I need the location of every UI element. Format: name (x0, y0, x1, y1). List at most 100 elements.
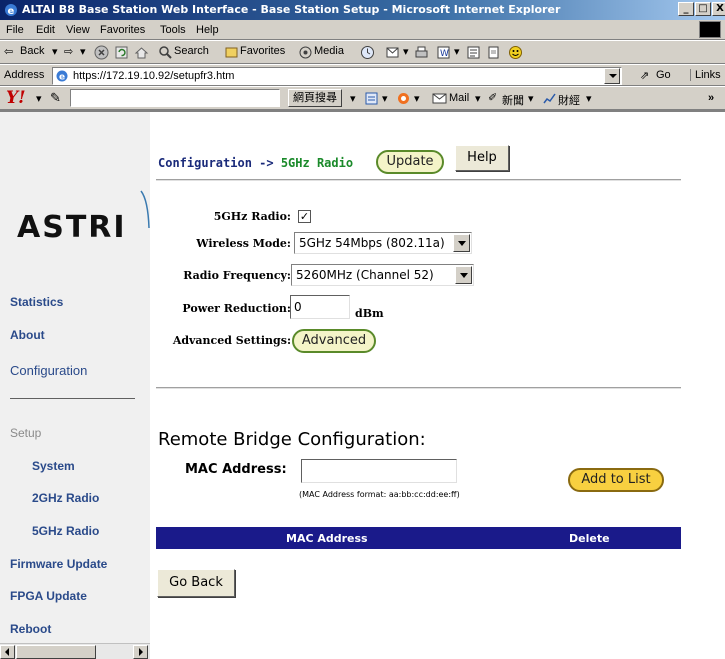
history-icon[interactable] (360, 45, 375, 60)
horizontal-scrollbar[interactable] (0, 643, 150, 659)
sidebar-item-5ghz-radio[interactable]: 5GHz Radio (32, 524, 99, 538)
page-icon: e (56, 70, 68, 83)
bookmark-icon[interactable] (364, 91, 379, 106)
mail-icon[interactable] (386, 45, 401, 60)
menu-tools[interactable]: Tools (160, 24, 186, 36)
help-button[interactable]: Help (455, 145, 509, 171)
back-dropdown-icon[interactable]: ▾ (52, 45, 58, 58)
mac-column-header: MAC Address (286, 532, 368, 545)
menu-file[interactable]: File (6, 24, 24, 36)
sidebar-item-configuration[interactable]: Configuration (10, 363, 87, 378)
media-button[interactable]: Media (314, 45, 344, 57)
advanced-button[interactable]: Advanced (292, 329, 376, 353)
minimize-button[interactable]: _ (678, 2, 694, 16)
chevron-down-icon[interactable] (453, 234, 470, 252)
address-dropdown-icon[interactable] (604, 68, 620, 84)
power-reduction-value: 0 (294, 300, 302, 314)
target-icon[interactable] (396, 91, 411, 106)
scroll-left-icon[interactable] (0, 645, 15, 659)
menu-view[interactable]: View (66, 24, 90, 36)
radio-frequency-label: Radio Frequency: (183, 269, 291, 282)
sidebar-item-setup[interactable]: Setup (10, 426, 41, 440)
5ghz-radio-checkbox[interactable]: ✓ (298, 210, 311, 223)
favorites-button[interactable]: Favorites (240, 45, 285, 57)
back-arrow-icon[interactable]: ⇦ (4, 45, 13, 58)
search-icon[interactable] (158, 45, 173, 60)
finance-dropdown-icon[interactable]: ▾ (586, 92, 592, 105)
scrollbar-thumb[interactable] (16, 645, 96, 659)
menu-help[interactable]: Help (196, 24, 219, 36)
links-button[interactable]: Links (690, 69, 721, 81)
go-back-button[interactable]: Go Back (157, 569, 235, 597)
menu-favorites[interactable]: Favorites (100, 24, 145, 36)
media-icon[interactable] (298, 45, 313, 60)
yahoo-finance-link[interactable]: 財經 (558, 92, 580, 108)
sidebar: ASTRI Statistics About Configuration Set… (0, 112, 150, 645)
scroll-right-icon[interactable] (133, 645, 148, 659)
sidebar-item-fpga-update[interactable]: FPGA Update (10, 589, 87, 603)
power-reduction-label: Power Reduction: (182, 302, 291, 315)
home-icon[interactable] (134, 45, 149, 60)
sidebar-item-2ghz-radio[interactable]: 2GHz Radio (32, 491, 99, 505)
yahoo-mail-icon[interactable] (432, 91, 447, 106)
svg-text:W: W (440, 49, 449, 59)
power-reduction-input[interactable]: 0 (290, 295, 350, 319)
bookmark-dropdown-icon[interactable]: ▾ (382, 92, 388, 105)
stop-icon[interactable] (94, 45, 109, 60)
breadcrumb-configuration: Configuration -> (158, 156, 274, 170)
mail-menu-dropdown-icon[interactable]: ▾ (475, 92, 481, 105)
news-icon[interactable]: ✐ (488, 91, 497, 104)
favorites-icon[interactable] (224, 45, 239, 60)
5ghz-radio-label: 5GHz Radio: (213, 210, 291, 223)
wireless-mode-value: 5GHz 54Mbps (802.11a) (299, 236, 445, 250)
mac-address-input[interactable] (301, 459, 457, 483)
edit-dropdown-icon[interactable]: ▾ (454, 45, 460, 58)
forward-arrow-icon[interactable]: ⇨ (64, 45, 73, 58)
research-icon[interactable] (486, 45, 501, 60)
sidebar-item-statistics[interactable]: Statistics (10, 295, 63, 309)
window-titlebar: e ALTAI B8 Base Station Web Interface - … (0, 0, 725, 20)
sidebar-item-firmware-update[interactable]: Firmware Update (10, 557, 107, 571)
yahoo-mail-link[interactable]: Mail (449, 92, 469, 104)
maximize-button[interactable]: □ (695, 2, 711, 16)
yahoo-search-input[interactable] (70, 89, 280, 107)
forward-dropdown-icon[interactable]: ▾ (80, 45, 86, 58)
pencil-icon[interactable]: ✎ (50, 90, 61, 106)
news-dropdown-icon[interactable]: ▾ (528, 92, 534, 105)
yahoo-news-link[interactable]: 新聞 (502, 92, 524, 108)
yahoo-toolbar: Y! ▾ ✎ 網頁搜尋 ▾ ▾ ▾ Mail ▾ ✐ 新聞 ▾ 財經 ▾ » (0, 86, 725, 110)
yahoo-search-button[interactable]: 網頁搜尋 (288, 89, 342, 107)
search-button[interactable]: Search (174, 45, 209, 57)
update-button[interactable]: Update (376, 150, 444, 174)
target-dropdown-icon[interactable]: ▾ (414, 92, 420, 105)
back-button[interactable]: Back (20, 45, 44, 57)
yahoo-logo-icon[interactable]: Y! (6, 88, 26, 108)
radio-frequency-select[interactable]: 5260MHz (Channel 52) (291, 264, 474, 286)
standard-toolbar: ⇦ Back ▾ ⇨ ▾ Search Favorites Media ▾ W … (0, 40, 725, 64)
go-arrow-icon[interactable]: ⇗ (640, 69, 649, 82)
discuss-icon[interactable] (466, 45, 481, 60)
chevron-down-icon[interactable] (455, 266, 472, 284)
edit-icon[interactable]: W (436, 45, 451, 60)
yahoo-dropdown-icon[interactable]: ▾ (36, 92, 42, 105)
power-unit-label: dBm (355, 307, 384, 320)
mail-dropdown-icon[interactable]: ▾ (403, 45, 409, 58)
messenger-icon[interactable] (508, 45, 523, 60)
address-field[interactable]: e https://172.19.10.92/setupfr3.htm (52, 67, 622, 85)
svg-text:e: e (8, 6, 15, 17)
toolbar-chevron-icon[interactable]: » (708, 92, 714, 104)
go-button[interactable]: Go (656, 69, 671, 81)
yahoo-search-dropdown-icon[interactable]: ▾ (350, 92, 356, 105)
menu-edit[interactable]: Edit (36, 24, 55, 36)
sidebar-item-reboot[interactable]: Reboot (10, 622, 51, 636)
add-to-list-button[interactable]: Add to List (568, 468, 664, 492)
refresh-icon[interactable] (114, 45, 129, 60)
close-button[interactable]: X (712, 2, 725, 16)
delete-column-header: Delete (569, 532, 610, 545)
wireless-mode-select[interactable]: 5GHz 54Mbps (802.11a) (294, 232, 472, 254)
sidebar-item-about[interactable]: About (10, 328, 45, 342)
print-icon[interactable] (414, 45, 429, 60)
sidebar-item-system[interactable]: System (32, 459, 75, 473)
finance-icon[interactable] (542, 91, 557, 106)
svg-text:e: e (59, 73, 65, 83)
